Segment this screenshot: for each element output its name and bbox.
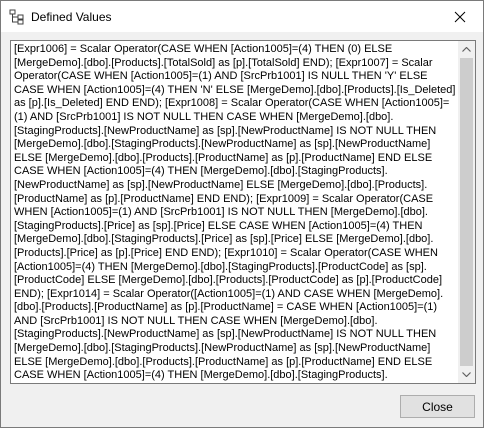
- close-button[interactable]: Close: [400, 395, 475, 418]
- title-bar[interactable]: Defined Values: [1, 1, 483, 32]
- scrollbar-thumb[interactable]: [460, 58, 473, 366]
- dialog-title: Defined Values: [31, 10, 112, 24]
- close-window-button[interactable]: [437, 1, 483, 32]
- defined-values-text[interactable]: [Expr1006] = Scalar Operator(CASE WHEN […: [14, 43, 457, 381]
- defined-values-textbox[interactable]: [Expr1006] = Scalar Operator(CASE WHEN […: [10, 40, 476, 384]
- defined-values-dialog: Defined Values [Expr1006] = Scalar Opera…: [0, 0, 484, 428]
- vertical-scrollbar[interactable]: [458, 41, 475, 383]
- scroll-down-arrow-icon[interactable]: [458, 366, 475, 383]
- close-icon: [454, 11, 466, 22]
- scroll-up-arrow-icon[interactable]: [458, 41, 475, 58]
- defined-values-icon: [9, 9, 25, 25]
